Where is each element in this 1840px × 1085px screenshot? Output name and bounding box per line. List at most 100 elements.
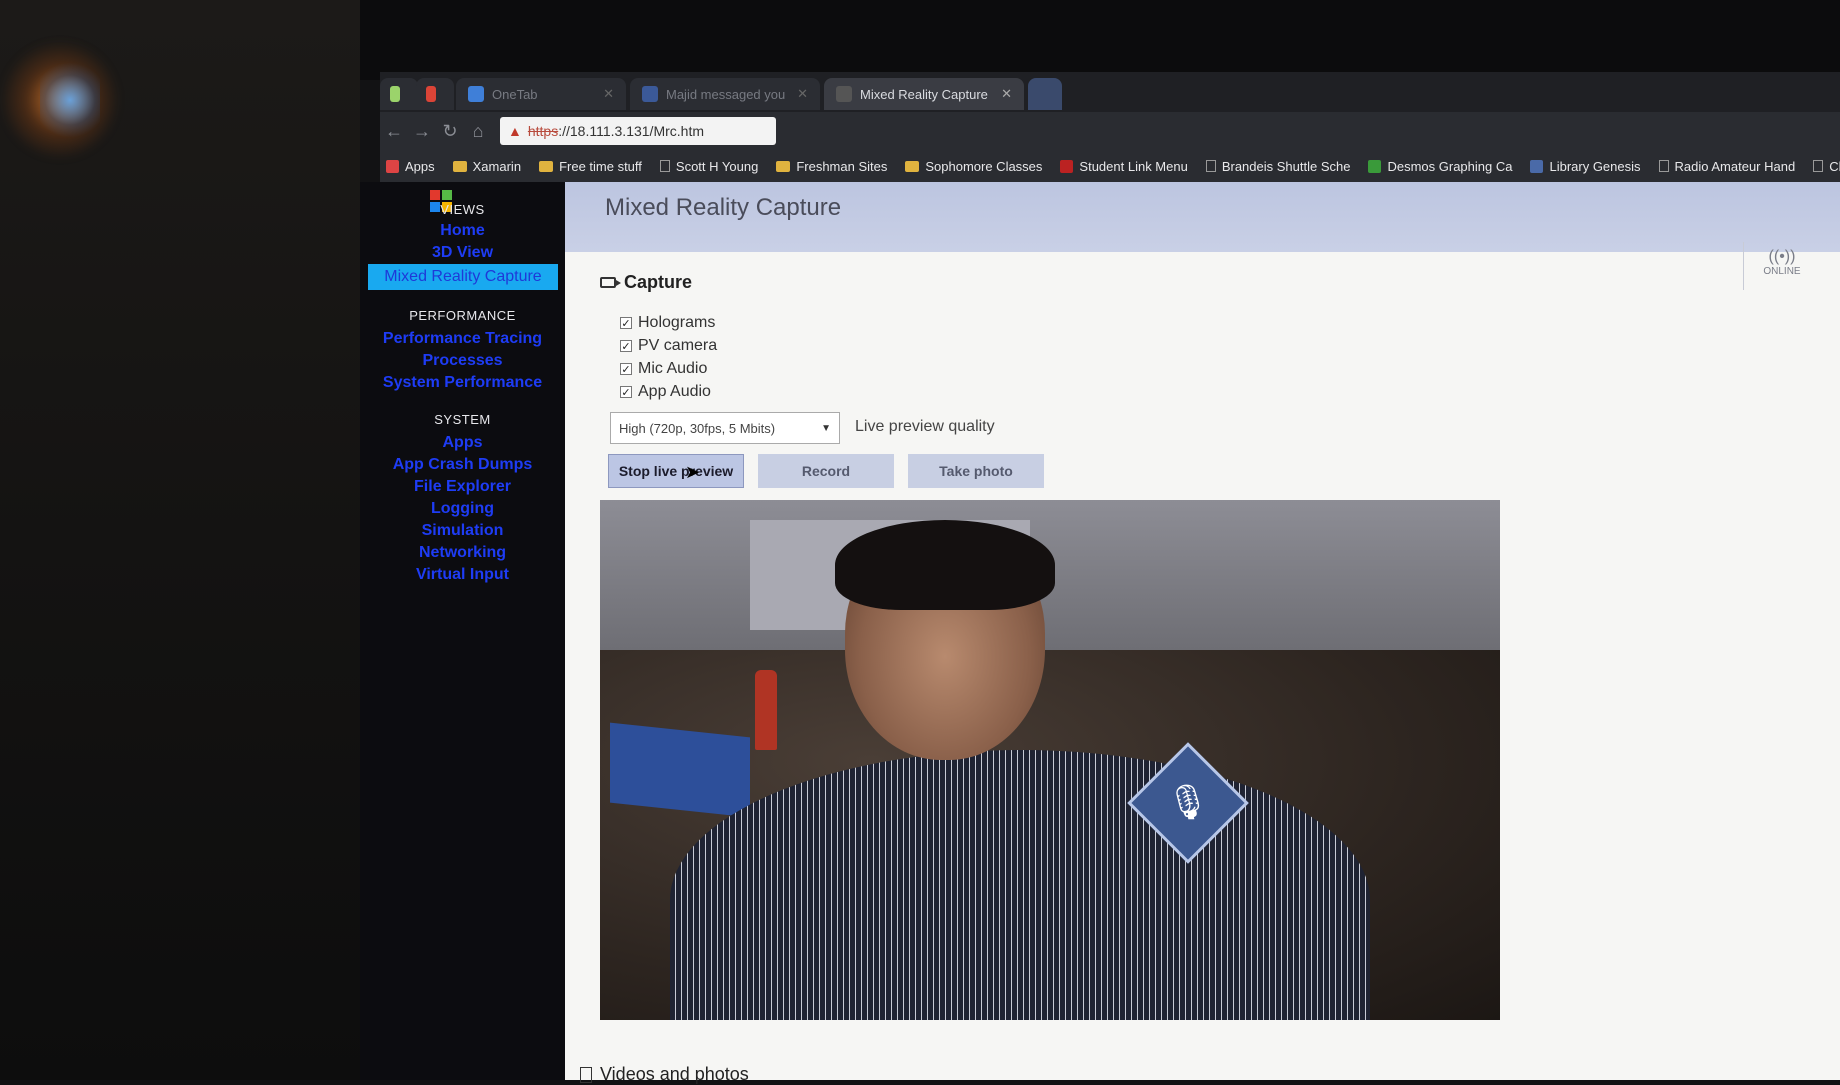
browser-tab-strip: OneTab ✕ Majid messaged you ✕ Mixed Real… [380, 72, 1840, 112]
preview-bottle [755, 670, 777, 750]
preview-laptop [610, 722, 750, 818]
bookmark-page[interactable]: Brandeis Shuttle Sche [1205, 158, 1351, 174]
checkbox-pv-camera[interactable]: ✓ PV camera [620, 337, 717, 355]
checkbox-mic-audio[interactable]: ✓ Mic Audio [620, 360, 707, 378]
facebook-icon [642, 86, 658, 102]
sidebar-item-3d-view[interactable]: 3D View [360, 244, 565, 262]
bookmark-label: Freshman Sites [796, 158, 888, 174]
bookmark-label: Cloud [1829, 158, 1840, 174]
checkbox-checked-icon[interactable]: ✓ [620, 363, 632, 376]
record-button[interactable]: Record [758, 454, 894, 488]
bookmark-site[interactable]: Desmos Graphing Ca [1368, 159, 1512, 174]
page-header: Mixed Reality Capture [565, 182, 1840, 252]
url-input[interactable]: ▲ https ://18.111.3.131/Mrc.htm [500, 117, 776, 145]
back-arrow-icon[interactable]: ← [380, 121, 408, 142]
nav-section-performance: PERFORMANCE [409, 308, 516, 323]
sidebar-item-networking[interactable]: Networking [360, 544, 565, 562]
device-portal-page: VIEWS Home 3D View Mixed Reality Capture… [360, 182, 1840, 1084]
sidebar-item-app-crash-dumps[interactable]: App Crash Dumps [360, 456, 565, 474]
apps-grid-icon [386, 159, 399, 173]
checkbox-label: App Audio [638, 383, 711, 400]
bookmark-label: Student Link Menu [1079, 158, 1188, 174]
home-icon[interactable]: ⌂ [464, 121, 492, 142]
bookmark-label: Scott H Young [675, 158, 759, 174]
sidebar-item-simulation[interactable]: Simulation [360, 522, 565, 540]
new-tab-button[interactable] [1028, 78, 1062, 110]
folder-icon [539, 160, 554, 172]
tab-label: Majid messaged you [666, 86, 786, 102]
address-bar-row: ← → ↻ ⌂ ▲ https ://18.111.3.131/Mrc.htm [380, 112, 1840, 150]
bookmark-page[interactable]: Cloud [1813, 159, 1840, 174]
bookmark-label: Apps [405, 158, 435, 174]
checkbox-checked-icon[interactable]: ✓ [620, 386, 632, 399]
bookmark-label: Library Genesis [1549, 158, 1641, 174]
sidebar-item-performance-tracing[interactable]: Performance Tracing [360, 330, 565, 348]
checkbox-holograms[interactable]: ✓ Holograms [620, 314, 715, 332]
nav-section-views: VIEWS [440, 202, 485, 217]
page-title: Mixed Reality Capture [605, 194, 842, 221]
sidebar-item-system-performance[interactable]: System Performance [360, 374, 565, 392]
browser-tab-onetab[interactable]: OneTab ✕ [456, 78, 626, 110]
background-light [40, 60, 100, 140]
quality-select[interactable]: High (720p, 30fps, 5 Mbits) ▼ [610, 412, 840, 444]
checkbox-label: Holograms [638, 314, 716, 331]
browser-tab[interactable] [380, 78, 418, 110]
folder-icon [905, 160, 920, 172]
checkbox-checked-icon[interactable]: ✓ [620, 317, 632, 330]
videos-heading-text: Videos and photos [600, 1064, 749, 1084]
sidebar-item-logging[interactable]: Logging [360, 500, 565, 518]
bookmark-site[interactable]: Student Link Menu [1060, 158, 1188, 174]
bookmark-folder[interactable]: Sophomore Classes [905, 159, 1042, 174]
bookmark-folder[interactable]: Free time stuff [539, 159, 642, 174]
bookmark-label: Brandeis Shuttle Sche [1221, 158, 1351, 174]
bookmark-page[interactable]: Scott H Young [659, 158, 759, 174]
browser-tab-facebook[interactable]: Majid messaged you ✕ [630, 78, 820, 110]
page-icon [836, 86, 852, 102]
folder-icon [776, 160, 791, 172]
desmos-icon [1368, 159, 1382, 173]
mouse-cursor-icon: ➤ [685, 462, 701, 482]
bookmark-site[interactable]: Library Genesis [1530, 158, 1641, 174]
capture-heading: Capture [600, 272, 692, 293]
videos-and-photos-heading: Videos and photos [580, 1064, 749, 1085]
browser-tab[interactable] [416, 78, 454, 110]
url-text: ://18.111.3.131/Mrc.htm [558, 123, 704, 139]
sidebar-item-file-explorer[interactable]: File Explorer [360, 478, 565, 496]
sidebar-item-apps[interactable]: Apps [360, 434, 565, 452]
stop-live-preview-button[interactable]: Stop live preview [608, 454, 744, 488]
reload-icon[interactable]: ↻ [436, 121, 464, 142]
tab-label: Mixed Reality Capture [860, 86, 988, 102]
sidebar-item-virtual-input[interactable]: Virtual Input [360, 566, 565, 584]
sidebar-item-processes[interactable]: Processes [360, 352, 565, 370]
preview-person-hair [835, 520, 1055, 610]
bookmark-label: Desmos Graphing Ca [1387, 158, 1513, 174]
sidebar-item-mixed-reality-capture[interactable]: Mixed Reality Capture [368, 264, 558, 290]
checkbox-app-audio[interactable]: ✓ App Audio [620, 383, 711, 401]
close-tab-icon[interactable]: ✕ [603, 86, 614, 102]
page-icon [1205, 160, 1216, 172]
close-tab-icon[interactable]: ✕ [1001, 86, 1012, 102]
nav-section-system: SYSTEM [434, 412, 491, 427]
page-icon [1813, 160, 1824, 172]
checkbox-checked-icon[interactable]: ✓ [620, 340, 632, 353]
video-camera-icon [600, 277, 621, 288]
capture-heading-text: Capture [624, 272, 693, 292]
sidebar-nav: VIEWS Home 3D View Mixed Reality Capture… [360, 182, 565, 1080]
bookmark-folder[interactable]: Freshman Sites [776, 159, 887, 174]
url-scheme: https [527, 123, 559, 139]
bookmark-apps[interactable]: Apps [386, 159, 435, 174]
bookmark-folder[interactable]: Xamarin [452, 159, 521, 174]
library-icon [1530, 159, 1544, 173]
checkbox-label: Mic Audio [638, 360, 708, 377]
sidebar-item-home[interactable]: Home [360, 222, 565, 240]
tab-label: OneTab [492, 86, 538, 102]
signal-icon: ((•)) [1768, 248, 1796, 265]
bookmark-label: Free time stuff [559, 158, 642, 174]
forward-arrow-icon[interactable]: → [408, 121, 436, 142]
close-tab-icon[interactable]: ✕ [797, 86, 808, 102]
bookmark-page[interactable]: Radio Amateur Hand [1658, 159, 1795, 174]
quality-label: Live preview quality [855, 418, 995, 435]
take-photo-button[interactable]: Take photo [908, 454, 1044, 488]
background-surroundings [0, 0, 360, 1080]
browser-tab-active[interactable]: Mixed Reality Capture ✕ [824, 78, 1024, 110]
